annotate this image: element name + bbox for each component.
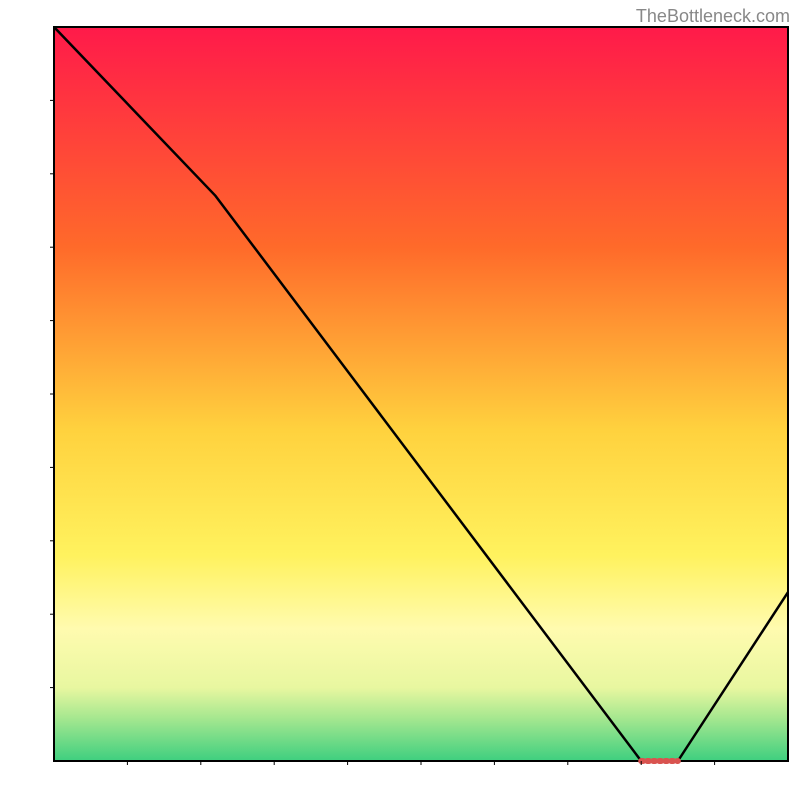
gradient-background [54,27,788,761]
chart-canvas [0,0,800,800]
bottleneck-chart: TheBottleneck.com [0,0,800,800]
